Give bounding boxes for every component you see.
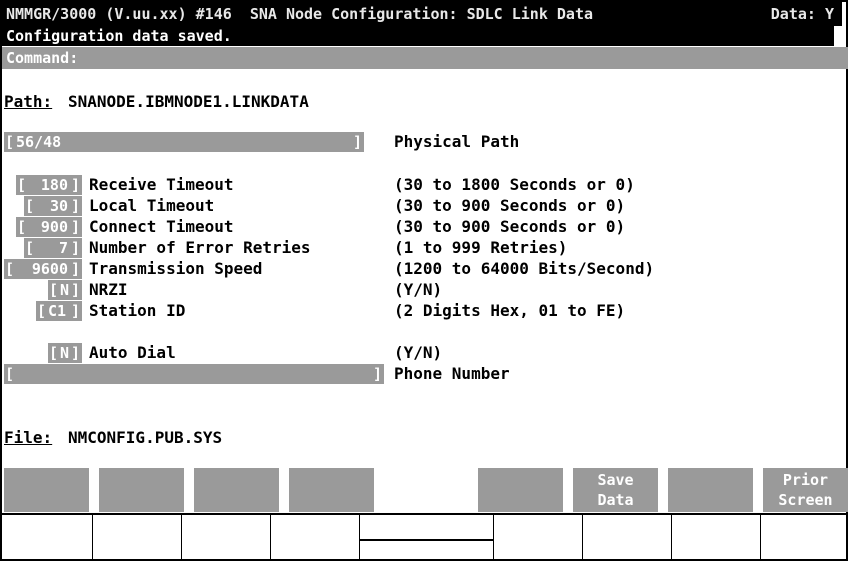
function-key-5[interactable] xyxy=(478,468,563,512)
receive-timeout-range: (30 to 1800 Seconds or 0) xyxy=(394,175,635,194)
key-label-cell xyxy=(271,515,360,561)
station-id-value: C1 xyxy=(48,302,67,320)
command-input[interactable]: Command: xyxy=(2,47,848,69)
station-id-label: Station ID xyxy=(89,301,186,320)
key-label-cell xyxy=(2,515,93,561)
nrzi-label: NRZI xyxy=(89,280,128,299)
local-timeout-value: 30 xyxy=(49,197,68,215)
function-key-7[interactable] xyxy=(668,468,753,512)
key-label-cell xyxy=(93,515,182,561)
save-data-button[interactable]: Save Data xyxy=(573,468,658,512)
error-retries-field[interactable]: [7] xyxy=(24,238,82,258)
command-label: Command: xyxy=(6,49,79,67)
nrzi-value: N xyxy=(60,281,70,299)
function-key-2[interactable] xyxy=(99,468,184,512)
path-value: SNANODE.IBMNODE1.LINKDATA xyxy=(68,92,309,111)
key-label-cell xyxy=(672,515,761,561)
connect-timeout-range: (30 to 900 Seconds or 0) xyxy=(394,217,626,236)
auto-dial-range: (Y/N) xyxy=(394,343,443,362)
nrzi-range: (Y/N) xyxy=(394,280,443,299)
local-timeout-field[interactable]: [30] xyxy=(24,196,82,216)
key-label-cell xyxy=(494,515,583,561)
phone-number-field[interactable]: [] xyxy=(4,364,384,384)
key-label-cell xyxy=(182,515,271,561)
error-retries-value: 7 xyxy=(58,239,68,257)
error-retries-range: (1 to 999 Retries) xyxy=(394,238,568,257)
connect-timeout-field[interactable]: [900] xyxy=(16,217,82,237)
function-key-4[interactable] xyxy=(289,468,374,512)
receive-timeout-field[interactable]: [180] xyxy=(16,175,82,195)
connect-timeout-label: Connect Timeout xyxy=(89,217,234,236)
function-key-1[interactable] xyxy=(4,468,89,512)
screen-title: NMMGR/3000 (V.uu.xx) #146 SNA Node Confi… xyxy=(6,5,593,23)
file-value: NMCONFIG.PUB.SYS xyxy=(68,428,223,447)
key-label-row xyxy=(2,513,848,561)
phone-number-label: Phone Number xyxy=(394,364,510,383)
physical-path-value: 56/48 xyxy=(16,133,62,151)
function-key-row: Save Data Prior Screen xyxy=(2,468,848,514)
key-label-cell-split xyxy=(360,515,494,561)
auto-dial-field[interactable]: [N] xyxy=(48,343,82,363)
function-key-3[interactable] xyxy=(194,468,279,512)
auto-dial-label: Auto Dial xyxy=(89,343,176,362)
physical-path-label: Physical Path xyxy=(394,132,520,151)
receive-timeout-value: 180 xyxy=(40,176,68,194)
receive-timeout-label: Receive Timeout xyxy=(89,175,234,194)
data-indicator: Data: Y xyxy=(770,5,834,23)
station-id-range: (2 Digits Hex, 01 to FE) xyxy=(394,301,626,320)
auto-dial-value: N xyxy=(60,344,70,362)
title-bar: NMMGR/3000 (V.uu.xx) #146 SNA Node Confi… xyxy=(2,2,842,26)
path-label: Path: xyxy=(4,92,53,111)
physical-path-field[interactable]: [56/48] xyxy=(4,132,364,152)
nrzi-field[interactable]: [N] xyxy=(48,280,82,300)
error-retries-label: Number of Error Retries xyxy=(89,238,311,257)
transmission-speed-label: Transmission Speed xyxy=(89,259,263,278)
transmission-speed-field[interactable]: [9600] xyxy=(4,259,82,279)
transmission-speed-range: (1200 to 64000 Bits/Second) xyxy=(394,259,655,278)
local-timeout-range: (30 to 900 Seconds or 0) xyxy=(394,196,626,215)
transmission-speed-value: 9600 xyxy=(31,260,68,278)
key-label-cell xyxy=(761,515,846,561)
key-label-cell xyxy=(583,515,672,561)
station-id-field[interactable]: [C1] xyxy=(36,301,82,321)
status-message: Configuration data saved. xyxy=(2,26,834,46)
file-label: File: xyxy=(4,428,53,447)
terminal-screen: NMMGR/3000 (V.uu.xx) #146 SNA Node Confi… xyxy=(0,0,848,561)
connect-timeout-value: 900 xyxy=(40,218,68,236)
prior-screen-button[interactable]: Prior Screen xyxy=(763,468,848,512)
local-timeout-label: Local Timeout xyxy=(89,196,215,215)
